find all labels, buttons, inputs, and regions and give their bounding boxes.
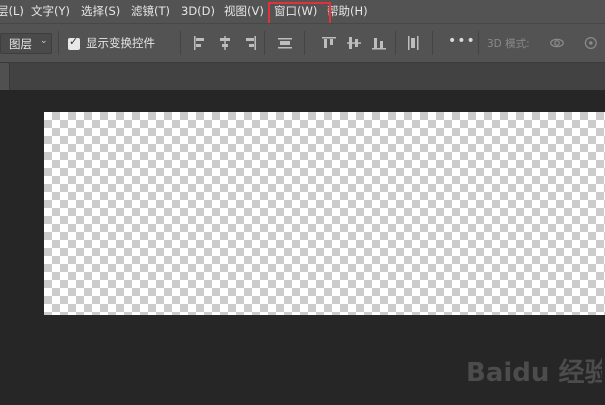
menu-filter[interactable]: 滤镜(T) [131, 0, 170, 23]
menu-select[interactable]: 选择(S) [81, 0, 120, 23]
align-vertical-center-icon[interactable] [345, 34, 363, 52]
document-tab[interactable] [0, 63, 10, 91]
divider [304, 31, 305, 55]
roll-3d-icon[interactable] [580, 34, 598, 52]
checkmark-icon: ✓ [69, 35, 79, 48]
show-transform-label: 显示变换控件 [86, 36, 155, 50]
show-transform-checkbox[interactable]: ✓ [68, 35, 80, 50]
3d-mode-label: 3D 模式: [487, 38, 530, 50]
align-bottom-icon[interactable] [370, 34, 388, 52]
divider [395, 31, 396, 55]
layer-select-dropdown[interactable]: 图层 ⌄ [0, 33, 52, 54]
divider [180, 31, 181, 55]
chevron-down-icon: ⌄ [40, 36, 48, 46]
more-options-icon[interactable]: ••• [448, 33, 476, 49]
align-horizontal-center-icon[interactable] [216, 34, 234, 52]
divider [58, 31, 59, 55]
watermark-text: Baidu 经验 [466, 357, 602, 388]
orbit-3d-icon[interactable] [548, 34, 566, 52]
distribute-icon[interactable] [276, 34, 294, 52]
menu-type[interactable]: 文字(Y) [31, 0, 70, 23]
watermark-logo: Baidu 经验 [466, 357, 602, 388]
menu-help[interactable]: 帮助(H) [327, 0, 368, 23]
align-left-icon[interactable] [191, 34, 209, 52]
divider [432, 31, 433, 55]
divider [264, 31, 265, 55]
layer-select-value: 图层 [9, 37, 32, 51]
menu-layer[interactable]: 层(L) [0, 0, 24, 23]
divider [478, 31, 479, 55]
transparent-canvas[interactable] [44, 112, 605, 315]
align-right-icon[interactable] [241, 34, 259, 52]
menu-3d[interactable]: 3D(D) [181, 0, 215, 23]
document-tab-strip [0, 62, 605, 91]
distribute-vertical-icon[interactable] [404, 34, 422, 52]
align-top-icon[interactable] [320, 34, 338, 52]
options-bar: 图层 ⌄ ✓ 显示变换控件 ••• 3D 模式: [0, 23, 605, 62]
menu-view[interactable]: 视图(V) [224, 0, 264, 23]
